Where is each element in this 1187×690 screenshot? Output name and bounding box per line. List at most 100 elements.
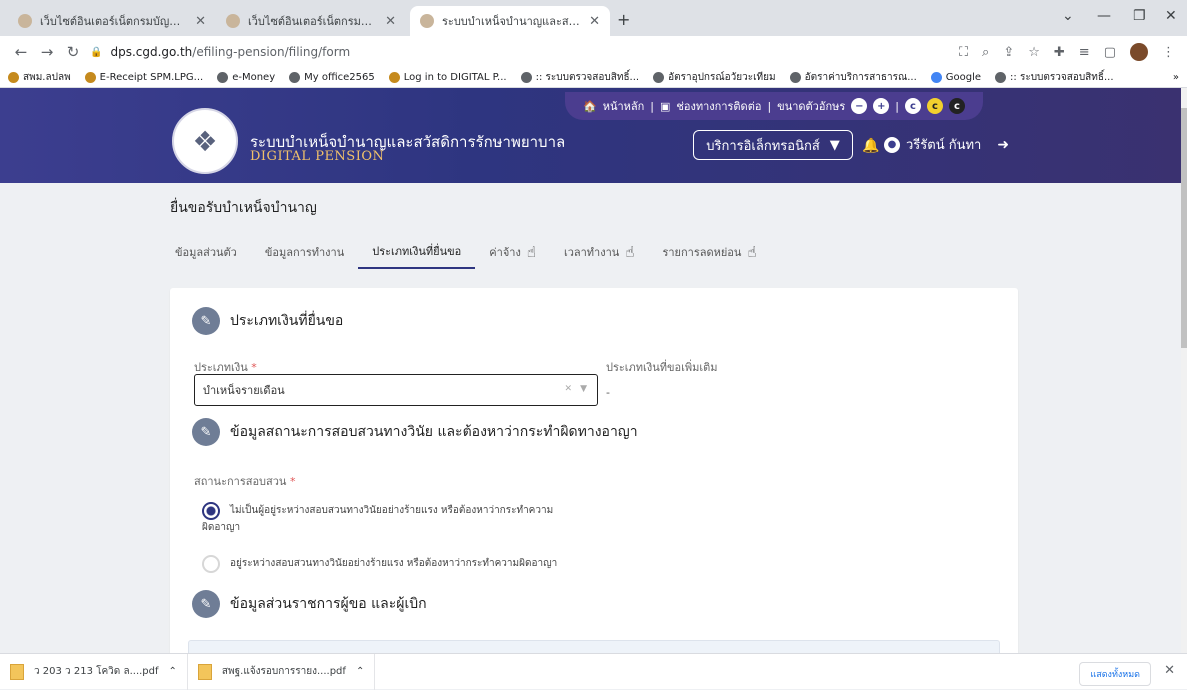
pencil-icon: ✎ [192,307,220,335]
tab-money-type[interactable]: ประเภทเงินที่ยื่นขอ [358,235,476,269]
zoom-icon[interactable]: ⌕ [982,45,989,60]
browser-toolbar-right: ⛶ ⌕ ⇪ ☆ ✚ ≡ ▢ ⋮ [959,36,1175,68]
user-menu[interactable]: ● วรีรัตน์ กันทา ➜ [884,134,1009,155]
bookmark-item[interactable]: :: ระบบตรวจสอบสิทธิ์... [520,70,640,85]
reload-icon[interactable]: ↻ [60,43,86,61]
bookmark-item[interactable]: สพม.ลปลพ [8,70,71,85]
radio-unselected-indicator[interactable] [202,555,220,573]
bookmark-item[interactable]: Google [930,72,981,83]
pencil-icon: ✎ [192,418,220,446]
forward-icon[interactable]: → [34,43,60,61]
contrast-dark-button[interactable]: c [949,98,965,114]
section-header-money-type: ✎ ประเภทเงินที่ยื่นขอ [192,307,343,335]
browser-tab-3[interactable]: ระบบบำเหน็จบำนาญและสวัสดิการรักษ ✕ [410,6,610,36]
lock-icon: 🔒 [90,46,103,58]
tab-search-icon[interactable]: ⌄ [1062,8,1074,24]
tab-wage[interactable]: ค่าจ้าง ☝ [475,235,550,269]
site-subtitle: DIGITAL PENSION [250,149,385,164]
restore-icon[interactable]: ❐ [1133,8,1146,24]
bookmark-label: :: ระบบตรวจสอบสิทธิ์... [535,72,640,83]
tab-personal-info[interactable]: ข้อมูลส่วนตัว [175,235,251,269]
bookmark-item[interactable]: อัตราอุปกรณ์อวัยวะเทียม [653,70,776,85]
investigation-label: สถานะการสอบสวน * [194,472,295,490]
radio-text: ไม่เป็นผู้อยู่ระหว่างสอบสวนทางวินัยอย่าง… [202,502,553,536]
bookmarks-overflow-button[interactable]: » [1173,72,1179,83]
bell-icon[interactable]: 🔔 [862,138,879,154]
chevron-up-icon[interactable]: ⌃ [169,666,177,677]
clear-icon[interactable]: ✕ [565,384,573,394]
bookmark-item[interactable]: อัตราค่าบริการสาธารณ... [789,70,917,85]
profile-avatar[interactable] [1130,43,1148,61]
bookmark-label: Log in to DIGITAL P... [403,72,507,83]
translate-icon[interactable]: ⛶ [959,45,968,60]
font-increase-button[interactable]: + [873,98,890,114]
section-title: ข้อมูลสถานะการสอบสวนทางวินัย และต้องหาว่… [230,424,638,440]
bookmark-star-icon[interactable]: ☆ [1028,45,1040,60]
bookmark-label: E-Receipt SPM.LPG... [99,72,204,83]
font-decrease-button[interactable]: − [851,98,868,114]
url-field[interactable]: 🔒 dps.cgd.go.th/efiling-pension/filing/f… [90,45,350,59]
new-tab-button[interactable]: + [617,10,630,29]
section-header-agency: ✎ ข้อมูลส่วนราชการผู้ขอ และผู้เบิก [192,590,427,618]
globe-icon [520,72,532,83]
page-scrollbar[interactable] [1181,88,1187,653]
share-icon[interactable]: ⇪ [1003,45,1014,60]
close-icon[interactable]: ✕ [195,14,206,29]
download-item[interactable]: ว 203 ว 213 โควิด ล....pdf ⌃ [0,653,188,690]
close-downloads-icon[interactable]: ✕ [1164,663,1175,678]
bookmark-item[interactable]: e-Money [217,72,275,83]
extra-money-label: ประเภทเงินที่ขอเพิ่มเติม [606,361,718,374]
bookmark-item[interactable]: Log in to DIGITAL P... [388,72,507,83]
tab-label: ข้อมูลการทำงาน [264,246,345,259]
separator: | [895,99,899,113]
browser-tab-2[interactable]: เว็บไซต์อินเตอร์เน็ตกรมบัญชีกลาง ✕ [216,6,406,36]
radio-selected-indicator[interactable] [202,502,220,520]
form-card: ✎ ประเภทเงินที่ยื่นขอ ประเภทเงิน * บำเหน… [170,288,1018,653]
radio-not-under-investigation[interactable]: ไม่เป็นผู้อยู่ระหว่างสอบสวนทางวินัยอย่าง… [202,502,553,536]
logout-icon[interactable]: ➜ [997,137,1009,153]
radio-under-investigation[interactable]: อยู่ระหว่างสอบสวนทางวินัยอย่างร้ายแรง หร… [202,555,557,573]
home-link[interactable]: หน้าหลัก [603,97,645,115]
chevron-down-icon[interactable]: ▼ [580,384,587,394]
close-icon[interactable]: ✕ [385,14,396,29]
url-host: dps.cgd.go.th [110,45,193,59]
tab-deductions[interactable]: รายการลดหย่อน ☝ [648,235,770,269]
download-item[interactable]: สพฐ.แจ้งรอบการรายง....pdf ⌃ [188,653,376,690]
address-bar: ← → ↻ 🔒 dps.cgd.go.th/efiling-pension/fi… [0,36,1187,68]
reading-list-icon[interactable]: ≡ [1079,45,1090,60]
pencil-icon: ✎ [192,590,220,618]
contact-link[interactable]: ช่องทางการติดต่อ [676,97,761,115]
pointing-hand-icon: ☝ [747,243,757,261]
page-body: ยื่นขอรับบำเหน็จบำนาญ ข้อมูลส่วนตัว ข้อม… [0,183,1187,653]
tab-work-time[interactable]: เวลาทำงาน ☝ [550,235,649,269]
select-controls: ✕ ▼ [565,384,587,394]
scrollbar-thumb[interactable] [1181,108,1187,348]
money-type-select[interactable]: บำเหน็จรายเดือน ✕ ▼ [194,374,598,406]
side-panel-icon[interactable]: ▢ [1104,45,1116,60]
window-close-icon[interactable]: ✕ [1165,8,1177,24]
tab-label: เวลาทำงาน [563,246,620,259]
contrast-normal-button[interactable]: c [905,98,921,114]
browser-tab-bar: เว็บไซต์อินเตอร์เน็ตกรมบัญชีกลาง ✕ เว็บไ… [0,0,1187,36]
download-filename: สพฐ.แจ้งรอบการรายง....pdf [221,666,346,677]
pdf-file-icon [197,663,212,680]
chevron-up-icon[interactable]: ⌃ [356,666,364,677]
tab-work-info[interactable]: ข้อมูลการทำงาน [251,235,358,269]
electronic-services-dropdown[interactable]: บริการอิเล็กทรอนิกส์ ▼ [693,130,853,160]
contrast-yellow-button[interactable]: c [927,98,943,114]
close-icon[interactable]: ✕ [589,14,600,29]
browser-tab-1[interactable]: เว็บไซต์อินเตอร์เน็ตกรมบัญชีกลาง ✕ [8,6,216,36]
tab-label: ข้อมูลส่วนตัว [175,246,237,259]
bookmark-item[interactable]: E-Receipt SPM.LPG... [84,72,204,83]
extensions-icon[interactable]: ✚ [1054,45,1065,60]
bookmark-label: อัตราค่าบริการสาธารณ... [804,72,917,83]
bookmark-item[interactable]: :: ระบบตรวจสอบสิทธิ์... [995,70,1114,85]
field-label-text: ประเภทเงิน [194,361,248,374]
browser-tab-label: ระบบบำเหน็จบำนาญและสวัสดิการรักษ [442,15,582,28]
minimize-icon[interactable]: — [1097,8,1111,24]
bookmark-item[interactable]: My office2565 [289,72,375,83]
user-name: วรีรัตน์ กันทา [906,138,982,153]
menu-icon[interactable]: ⋮ [1162,45,1175,60]
show-all-downloads-button[interactable]: แสดงทั้งหมด [1079,662,1151,686]
back-icon[interactable]: ← [8,43,34,61]
